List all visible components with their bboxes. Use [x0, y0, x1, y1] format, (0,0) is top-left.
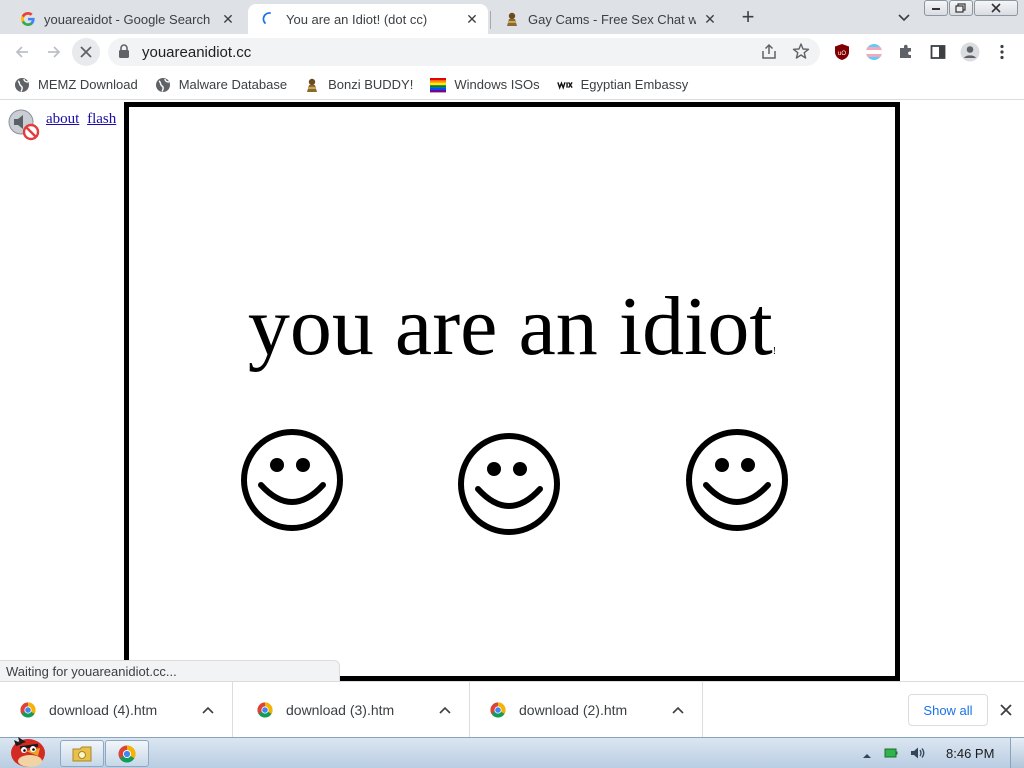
tab-google-search[interactable]: youareaidot - Google Search ✕ — [6, 4, 244, 34]
bookmark-label: Windows ISOs — [454, 77, 540, 92]
chevron-up-icon[interactable] — [670, 702, 686, 718]
tab-title: You are an Idiot! (dot cc) — [286, 11, 428, 27]
download-filename: download (3).htm — [286, 702, 395, 718]
download-filename: download (2).htm — [519, 702, 628, 718]
chrome-icon — [118, 745, 136, 762]
close-icon[interactable]: ✕ — [464, 11, 480, 27]
bookmark-bonzi-buddy[interactable]: Bonzi BUDDY! — [304, 73, 413, 97]
tab-strip: youareaidot - Google Search ✕ You are an… — [0, 0, 1024, 34]
flash-link[interactable]: flash — [87, 111, 116, 127]
muted-speaker-icon[interactable] — [8, 109, 40, 141]
wix-icon — [556, 77, 573, 93]
loading-spinner-icon — [262, 11, 278, 27]
bookmark-label: Malware Database — [178, 77, 288, 92]
about-link[interactable]: about — [46, 111, 79, 127]
bookmark-windows-isos[interactable]: Windows ISOs — [430, 73, 540, 97]
bonzi-icon — [304, 77, 320, 93]
bookmark-egyptian-embassy[interactable]: Egyptian Embassy — [556, 73, 689, 97]
taskbar-explorer-button[interactable] — [60, 740, 104, 767]
close-icon[interactable]: ✕ — [220, 11, 236, 27]
window-controls — [924, 0, 1018, 16]
close-shelf-button[interactable] — [998, 702, 1014, 718]
chevron-up-icon[interactable] — [200, 702, 216, 718]
download-item[interactable]: download (3).htm — [237, 682, 470, 738]
forward-button[interactable] — [40, 38, 68, 66]
taskbar-clock[interactable]: 8:46 PM — [946, 746, 994, 761]
download-filename: download (4).htm — [49, 702, 158, 718]
chrome-icon — [490, 702, 506, 718]
angry-bird-start-icon[interactable] — [4, 732, 50, 768]
back-button[interactable] — [8, 38, 36, 66]
smiley-face-icon — [241, 429, 343, 531]
download-item[interactable]: download (4).htm — [0, 682, 233, 738]
volume-icon[interactable] — [910, 746, 925, 760]
bookmark-memz-download[interactable]: MEMZ Download — [14, 73, 138, 97]
tab-gay-cams[interactable]: Gay Cams - Free Sex Chat with ✕ — [490, 4, 726, 34]
ublock-origin-icon[interactable]: uO — [832, 42, 852, 62]
address-bar[interactable]: youareanidiot.cc — [108, 38, 820, 66]
restore-icon — [955, 3, 966, 13]
profile-avatar-icon[interactable] — [960, 42, 980, 62]
headline: you are an idiot! — [129, 285, 895, 369]
star-icon[interactable] — [792, 42, 810, 65]
bookmark-label: Egyptian Embassy — [580, 77, 689, 92]
headline-text: you are an idiot — [247, 280, 773, 373]
tray-chevron-up-icon[interactable] — [862, 748, 872, 758]
menu-kebab-icon[interactable] — [992, 42, 1012, 62]
download-item[interactable]: download (2).htm — [470, 682, 703, 738]
maximize-button[interactable] — [949, 0, 973, 16]
chevron-down-icon — [898, 14, 910, 22]
globe-icon — [14, 77, 30, 93]
folder-icon — [72, 746, 92, 761]
share-icon[interactable] — [760, 43, 778, 66]
tab-title: youareaidot - Google Search — [44, 11, 211, 27]
tab-search-button[interactable] — [894, 8, 914, 28]
headline-exclamation: ! — [772, 346, 777, 357]
bookmark-label: MEMZ Download — [38, 77, 138, 92]
smiley-face-icon — [686, 429, 788, 531]
url-text: youareanidiot.cc — [142, 44, 252, 61]
svg-text:uO: uO — [838, 51, 846, 57]
idiot-frame: you are an idiot! — [124, 102, 900, 681]
bookmark-label: Bonzi BUDDY! — [328, 77, 414, 92]
side-panel-icon[interactable] — [928, 42, 948, 62]
arrow-right-icon — [48, 46, 61, 58]
bonzi-icon — [504, 11, 520, 27]
close-icon — [80, 46, 92, 58]
google-icon — [20, 11, 36, 27]
rainbow-flag-icon — [430, 77, 447, 93]
close-icon — [1000, 704, 1012, 716]
show-desktop-button[interactable] — [1010, 738, 1024, 768]
show-all-button[interactable]: Show all — [908, 694, 988, 726]
smiley-face-icon — [458, 433, 560, 535]
bookmarks-bar: MEMZ Download Malware Database Bonzi BUD… — [0, 70, 1024, 100]
page-links: about flash — [46, 111, 120, 128]
browser-toolbar: youareanidiot.cc uO — [0, 34, 1024, 70]
puzzle-extensions-icon[interactable] — [896, 42, 916, 62]
close-icon — [991, 3, 1001, 13]
new-tab-button[interactable]: + — [736, 6, 760, 30]
arrow-left-icon — [15, 46, 28, 58]
tab-you-are-an-idiot[interactable]: You are an Idiot! (dot cc) ✕ — [248, 4, 488, 34]
taskbar-chrome-button[interactable] — [105, 740, 149, 767]
lock-icon — [118, 44, 130, 64]
chevron-up-icon[interactable] — [437, 702, 453, 718]
window-close-button[interactable] — [974, 0, 1018, 16]
minimize-button[interactable] — [924, 0, 948, 16]
chrome-icon — [257, 702, 273, 718]
battery-icon[interactable] — [884, 746, 898, 760]
trans-flag-icon[interactable] — [864, 42, 884, 62]
chrome-icon — [20, 702, 36, 718]
globe-icon — [155, 77, 171, 93]
minimize-icon — [932, 8, 940, 10]
windows-taskbar: 8:46 PM — [0, 737, 1024, 768]
close-icon[interactable]: ✕ — [702, 11, 718, 27]
page-viewport: about flash you are an idiot! Waiting fo… — [0, 101, 1024, 681]
status-bubble: Waiting for youareanidiot.cc... — [0, 660, 340, 681]
stop-loading-button[interactable] — [72, 38, 100, 66]
downloads-shelf: download (4).htm download (3).htm downlo… — [0, 681, 1024, 738]
bookmark-malware-database[interactable]: Malware Database — [155, 73, 287, 97]
tab-title: Gay Cams - Free Sex Chat with — [528, 11, 696, 27]
